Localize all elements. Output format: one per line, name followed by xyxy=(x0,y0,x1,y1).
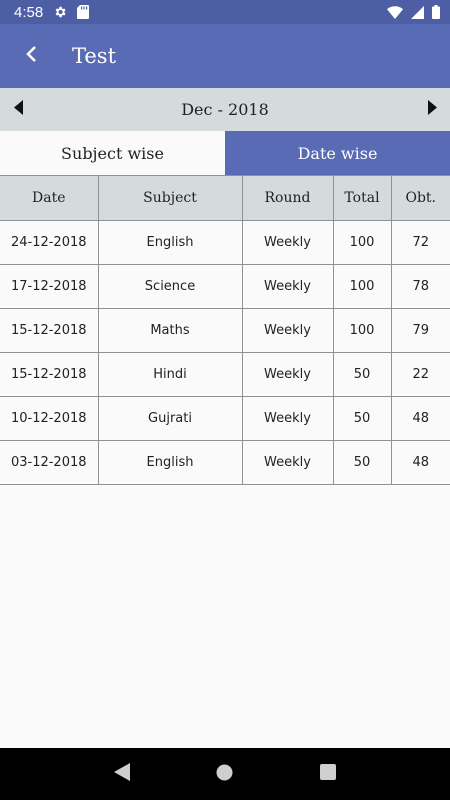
square-recents-icon xyxy=(320,764,337,784)
caret-right-icon xyxy=(427,100,437,119)
cell-subject: Gujrati xyxy=(97,396,243,441)
cell-obtained: 79 xyxy=(390,308,450,353)
cell-obtained: 48 xyxy=(390,396,450,441)
signal-icon xyxy=(411,5,424,19)
cell-subject: Science xyxy=(97,264,243,309)
cell-obtained: 72 xyxy=(390,220,450,265)
app-bar: Test xyxy=(0,24,450,88)
circle-home-icon xyxy=(216,764,233,785)
nav-back-button[interactable] xyxy=(102,754,142,794)
cell-subject: English xyxy=(97,220,243,265)
column-header-obtained: Obt. xyxy=(390,175,450,221)
wifi-icon xyxy=(387,5,403,19)
triangle-back-icon xyxy=(113,763,130,785)
cell-subject: Hindi xyxy=(97,352,243,397)
tab-date-wise[interactable]: Date wise xyxy=(225,131,450,175)
table-header-row: Date Subject Round Total Obt. xyxy=(0,175,450,221)
page-title: Test xyxy=(72,44,117,68)
cell-round: Weekly xyxy=(241,220,334,265)
nav-recents-button[interactable] xyxy=(308,754,348,794)
back-button[interactable] xyxy=(0,24,62,88)
column-header-subject: Subject xyxy=(97,175,243,221)
tab-subject-wise[interactable]: Subject wise xyxy=(0,131,225,175)
table-row[interactable]: 17-12-2018 Science Weekly 100 78 xyxy=(0,264,450,309)
cell-date: 15-12-2018 xyxy=(0,308,99,353)
status-time: 4:58 xyxy=(14,3,44,21)
table-row[interactable]: 15-12-2018 Maths Weekly 100 79 xyxy=(0,308,450,353)
nav-home-button[interactable] xyxy=(205,754,245,794)
table-row[interactable]: 24-12-2018 English Weekly 100 72 xyxy=(0,220,450,265)
cell-round: Weekly xyxy=(241,396,334,441)
next-month-button[interactable] xyxy=(414,88,450,131)
tab-bar: Subject wise Date wise xyxy=(0,131,450,175)
cell-date: 03-12-2018 xyxy=(0,440,99,485)
previous-month-button[interactable] xyxy=(0,88,36,131)
month-selector: Dec - 2018 xyxy=(0,88,450,131)
cell-date: 10-12-2018 xyxy=(0,396,99,441)
cell-total: 100 xyxy=(332,264,392,309)
table-row[interactable]: 10-12-2018 Gujrati Weekly 50 48 xyxy=(0,396,450,441)
caret-left-icon xyxy=(13,100,23,119)
column-header-date: Date xyxy=(0,175,99,221)
sd-card-icon xyxy=(77,5,90,19)
back-arrow-icon xyxy=(24,45,38,67)
battery-icon xyxy=(432,5,440,19)
cell-round: Weekly xyxy=(241,264,334,309)
cell-date: 24-12-2018 xyxy=(0,220,99,265)
table-row[interactable]: 03-12-2018 English Weekly 50 48 xyxy=(0,440,450,485)
cell-total: 100 xyxy=(332,220,392,265)
table-row[interactable]: 15-12-2018 Hindi Weekly 50 22 xyxy=(0,352,450,397)
cell-round: Weekly xyxy=(241,352,334,397)
cell-date: 15-12-2018 xyxy=(0,352,99,397)
cell-total: 50 xyxy=(332,352,392,397)
status-bar: 4:58 xyxy=(0,0,450,24)
month-label: Dec - 2018 xyxy=(181,100,269,119)
cell-round: Weekly xyxy=(241,308,334,353)
cell-total: 100 xyxy=(332,308,392,353)
settings-icon xyxy=(53,5,67,19)
cell-total: 50 xyxy=(332,396,392,441)
cell-obtained: 78 xyxy=(390,264,450,309)
column-header-total: Total xyxy=(332,175,392,221)
cell-round: Weekly xyxy=(241,440,334,485)
cell-obtained: 22 xyxy=(390,352,450,397)
cell-subject: Maths xyxy=(97,308,243,353)
column-header-round: Round xyxy=(241,175,334,221)
system-navigation-bar xyxy=(0,748,450,800)
cell-date: 17-12-2018 xyxy=(0,264,99,309)
cell-obtained: 48 xyxy=(390,440,450,485)
results-table: Date Subject Round Total Obt. 24-12-2018… xyxy=(0,175,450,485)
cell-subject: English xyxy=(97,440,243,485)
cell-total: 50 xyxy=(332,440,392,485)
